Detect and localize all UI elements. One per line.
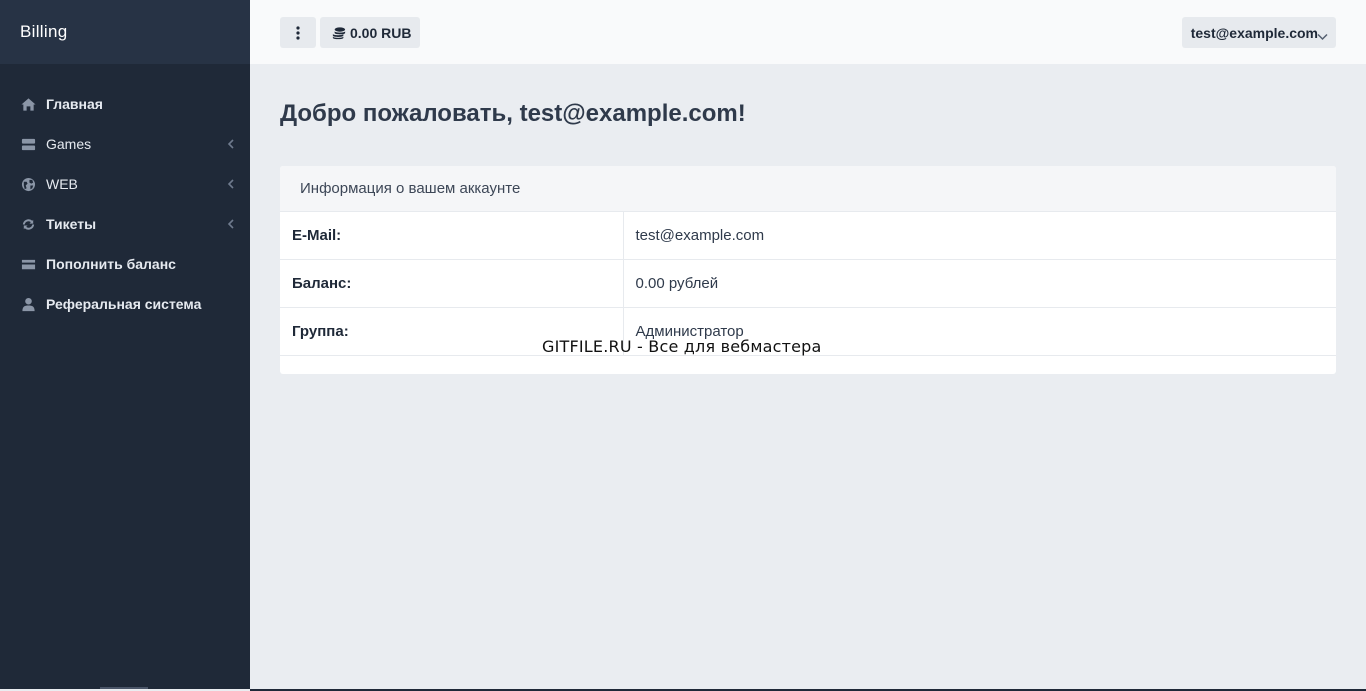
sidebar-item-label: WEB — [46, 176, 78, 192]
sidebar-item-topup[interactable]: Пополнить баланс — [0, 244, 250, 284]
sidebar-nav: Главная Games WEB Тикеты Пополнить балан… — [0, 64, 250, 324]
watermark-text: GITFILE.RU - Все для вебмастера — [542, 337, 822, 356]
sidebar-item-games[interactable]: Games — [0, 124, 250, 164]
chevron-left-icon — [226, 177, 236, 191]
card-header: Информация о вашем аккаунте — [280, 166, 1336, 211]
sidebar-item-label: Games — [46, 136, 92, 152]
sidebar-item-label: Тикеты — [46, 216, 97, 232]
sidebar: Billing Главная Games WEB Тикеты Пополни… — [0, 0, 250, 689]
server-icon — [20, 136, 36, 152]
table-row: E-Mail: test@example.com — [280, 211, 1336, 260]
row-key: E-Mail: — [280, 211, 624, 260]
coins-icon — [332, 26, 346, 39]
page-title: Добро пожаловать, test@example.com! — [280, 100, 746, 127]
row-value: test@example.com — [623, 211, 1336, 260]
user-menu-button[interactable]: test@example.com — [1181, 17, 1336, 48]
sidebar-scrollbar[interactable] — [100, 687, 148, 689]
sidebar-item-label: Пополнить баланс — [46, 256, 176, 272]
chevron-left-icon — [226, 217, 236, 231]
table-row: Баланс: 0.00 рублей — [280, 259, 1336, 308]
user-email: test@example.com — [1190, 24, 1318, 41]
balance-button[interactable]: 0.00 RUB — [320, 17, 421, 48]
vertical-dots-icon — [296, 25, 300, 40]
row-key: Баланс: — [280, 259, 624, 308]
brand-logo[interactable]: Billing — [0, 0, 250, 64]
home-icon — [20, 96, 36, 112]
user-icon — [20, 296, 36, 312]
topbar: 0.00 RUB test@example.com — [250, 0, 1366, 64]
sidebar-item-home[interactable]: Главная — [0, 84, 250, 124]
globe-icon — [20, 176, 36, 192]
more-menu-button[interactable] — [280, 17, 316, 48]
brand-title: Billing — [20, 22, 68, 41]
sidebar-item-label: Реферальная система — [46, 296, 202, 312]
sidebar-item-web[interactable]: WEB — [0, 164, 250, 204]
balance-value: 0.00 RUB — [350, 24, 412, 41]
sidebar-item-referral[interactable]: Реферальная система — [0, 284, 250, 324]
chevron-left-icon — [226, 137, 236, 151]
account-info-table: E-Mail: test@example.com Баланс: 0.00 ру… — [280, 211, 1336, 356]
sidebar-item-tickets[interactable]: Тикеты — [0, 204, 250, 244]
sidebar-item-label: Главная — [46, 96, 103, 112]
credit-card-icon — [20, 256, 36, 272]
chevron-down-icon — [1317, 28, 1328, 41]
refresh-icon — [20, 216, 36, 232]
row-value: 0.00 рублей — [623, 259, 1336, 308]
